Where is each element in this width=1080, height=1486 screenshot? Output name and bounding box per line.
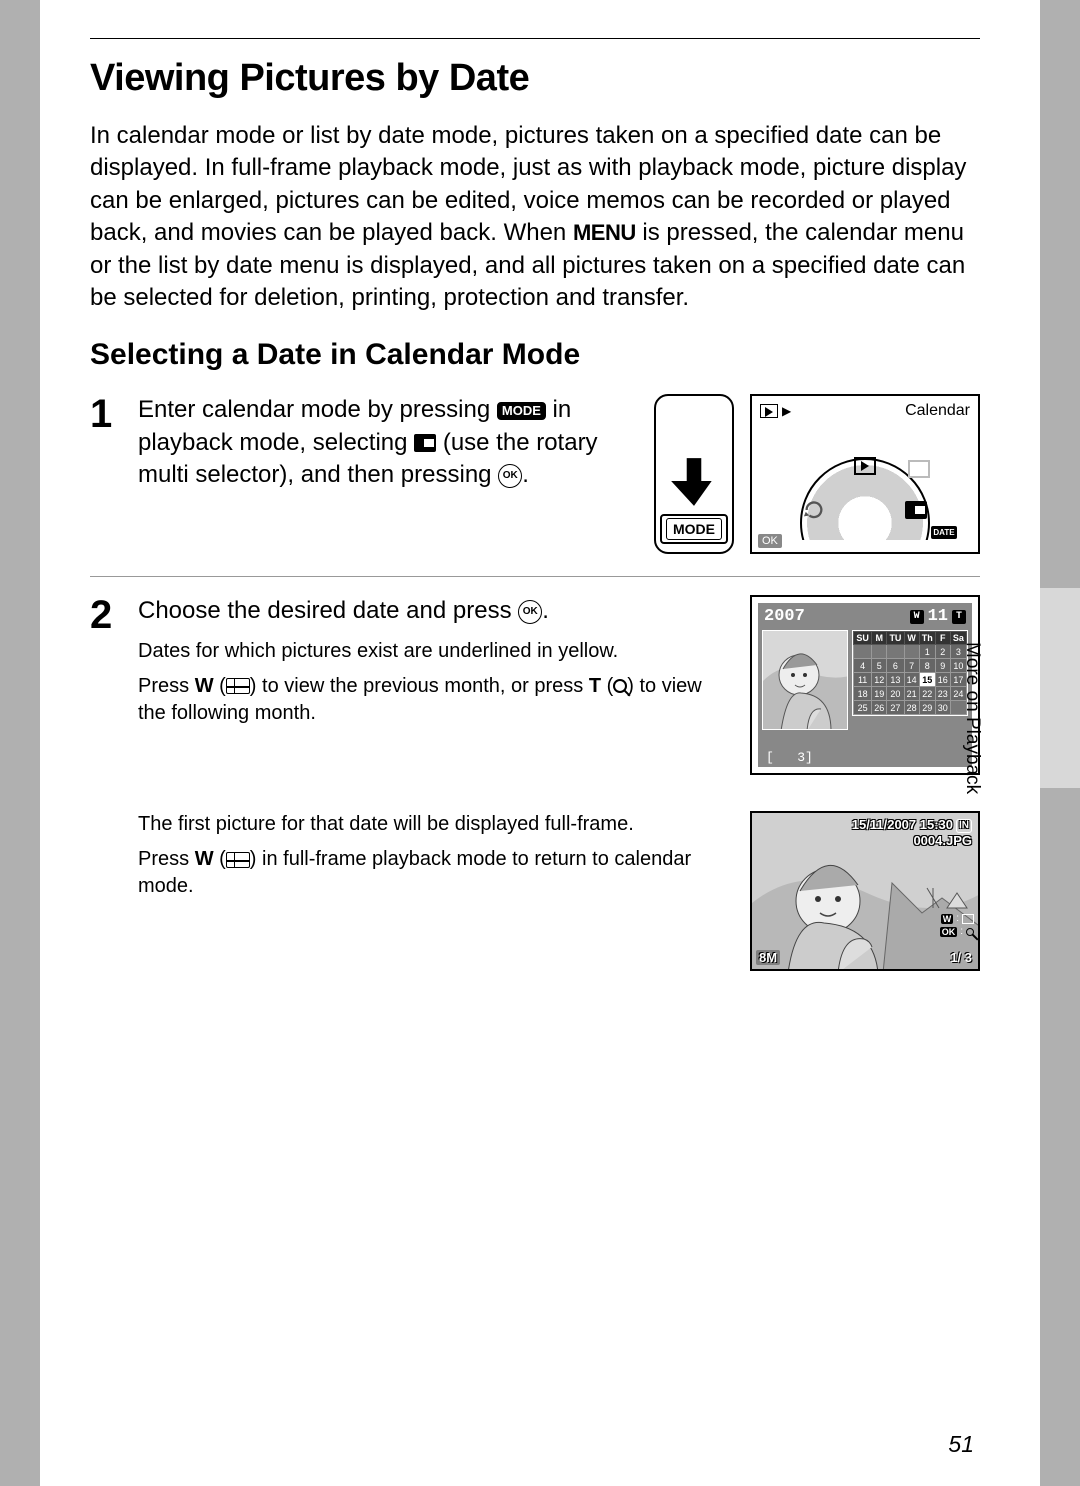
section-subtitle: Selecting a Date in Calendar Mode <box>90 338 980 372</box>
t-key: T <box>589 675 601 697</box>
w-key: W <box>195 675 214 697</box>
step-number-1: 1 <box>90 394 122 554</box>
side-indicators: W: OK: <box>940 911 974 939</box>
thumbnail-icon <box>226 852 250 868</box>
cal-month: 11 <box>928 607 948 626</box>
ok-indicator-mini: OK <box>940 927 958 937</box>
portrait-sketch-icon <box>763 631 848 730</box>
magnify-mini-icon <box>966 928 974 936</box>
calendar-count: [ 3] <box>766 750 813 765</box>
page-title: Viewing Pictures by Date <box>90 57 980 100</box>
wheel-play-ghost-icon <box>908 460 930 478</box>
wheel-title: Calendar <box>905 402 970 420</box>
page-number: 51 <box>948 1431 974 1458</box>
thumb-tab <box>1040 588 1080 788</box>
step2-sub4: Press W () in full-frame playback mode t… <box>138 846 732 900</box>
wheel-bottom-icon <box>853 536 877 540</box>
w-indicator: W <box>941 914 954 924</box>
figure-calendar-screen: 2007 W 11 T <box>750 595 980 775</box>
cal-mini-icon <box>962 914 974 924</box>
w-key: W <box>195 848 214 870</box>
size-badge: 8M <box>756 950 780 965</box>
ok-icon: OK <box>498 464 522 488</box>
step-1: 1 Enter calendar mode by pressing MODE i… <box>90 394 980 577</box>
figure-fullframe-screen: 15/11/2007 15:30IN 0004.JPG W: OK: 8M 1/… <box>750 811 980 971</box>
prev-month-icon: W <box>910 610 924 624</box>
mode-button-label: MODE <box>666 518 722 540</box>
ok-icon: OK <box>518 600 542 624</box>
step2-sub2: Press W () to view the previous month, o… <box>138 673 732 727</box>
mode-icon: MODE <box>497 402 546 420</box>
step2-main: Choose the desired date and press OK. <box>138 595 732 627</box>
intro-paragraph: In calendar mode or list by date mode, p… <box>90 120 980 314</box>
wheel-right-calendar-icon <box>904 498 928 522</box>
chapter-side-label: More on Playback <box>961 642 983 794</box>
top-rule <box>90 38 980 39</box>
figure-selector-wheel: ▶ Calendar <box>750 394 980 554</box>
menu-label: MENU <box>573 220 636 245</box>
timestamp-overlay: 15/11/2007 15:30IN 0004.JPG <box>852 817 972 848</box>
mode-button-outer: MODE <box>660 514 728 544</box>
step2-sub3: The first picture for that date will be … <box>138 811 732 838</box>
cal-year: 2007 <box>764 607 805 626</box>
magnify-icon <box>613 679 627 693</box>
step-number-2: 2 <box>90 595 122 971</box>
counter-overlay: 1/ 3 <box>950 950 972 965</box>
wheel-date-icon: DATE <box>932 520 956 540</box>
wheel-top-icon <box>853 454 877 478</box>
manual-page: Viewing Pictures by Date In calendar mod… <box>40 0 1040 1486</box>
thumbnail-icon <box>226 678 250 694</box>
chevron-right-icon: ▶ <box>782 404 791 418</box>
step-2: 2 Choose the desired date and press OK. … <box>90 595 980 993</box>
calendar-icon <box>414 434 436 452</box>
wheel-left-icon <box>802 498 826 522</box>
down-arrow-icon <box>668 456 720 508</box>
figure-mode-button: MODE <box>654 394 734 554</box>
next-month-icon: T <box>952 610 966 624</box>
ok-indicator: OK <box>758 534 782 548</box>
calendar-grid: SUMTUWThFSa12345678910111213141516171819… <box>852 630 968 716</box>
step1-text: Enter calendar mode by pressing MODE in … <box>138 394 636 491</box>
in-badge: IN <box>956 819 972 833</box>
calendar-thumbnail <box>762 630 848 730</box>
filename-overlay: 0004.JPG <box>913 833 972 848</box>
step2-sub1: Dates for which pictures exist are under… <box>138 638 732 665</box>
playback-mode-icon <box>760 404 778 418</box>
